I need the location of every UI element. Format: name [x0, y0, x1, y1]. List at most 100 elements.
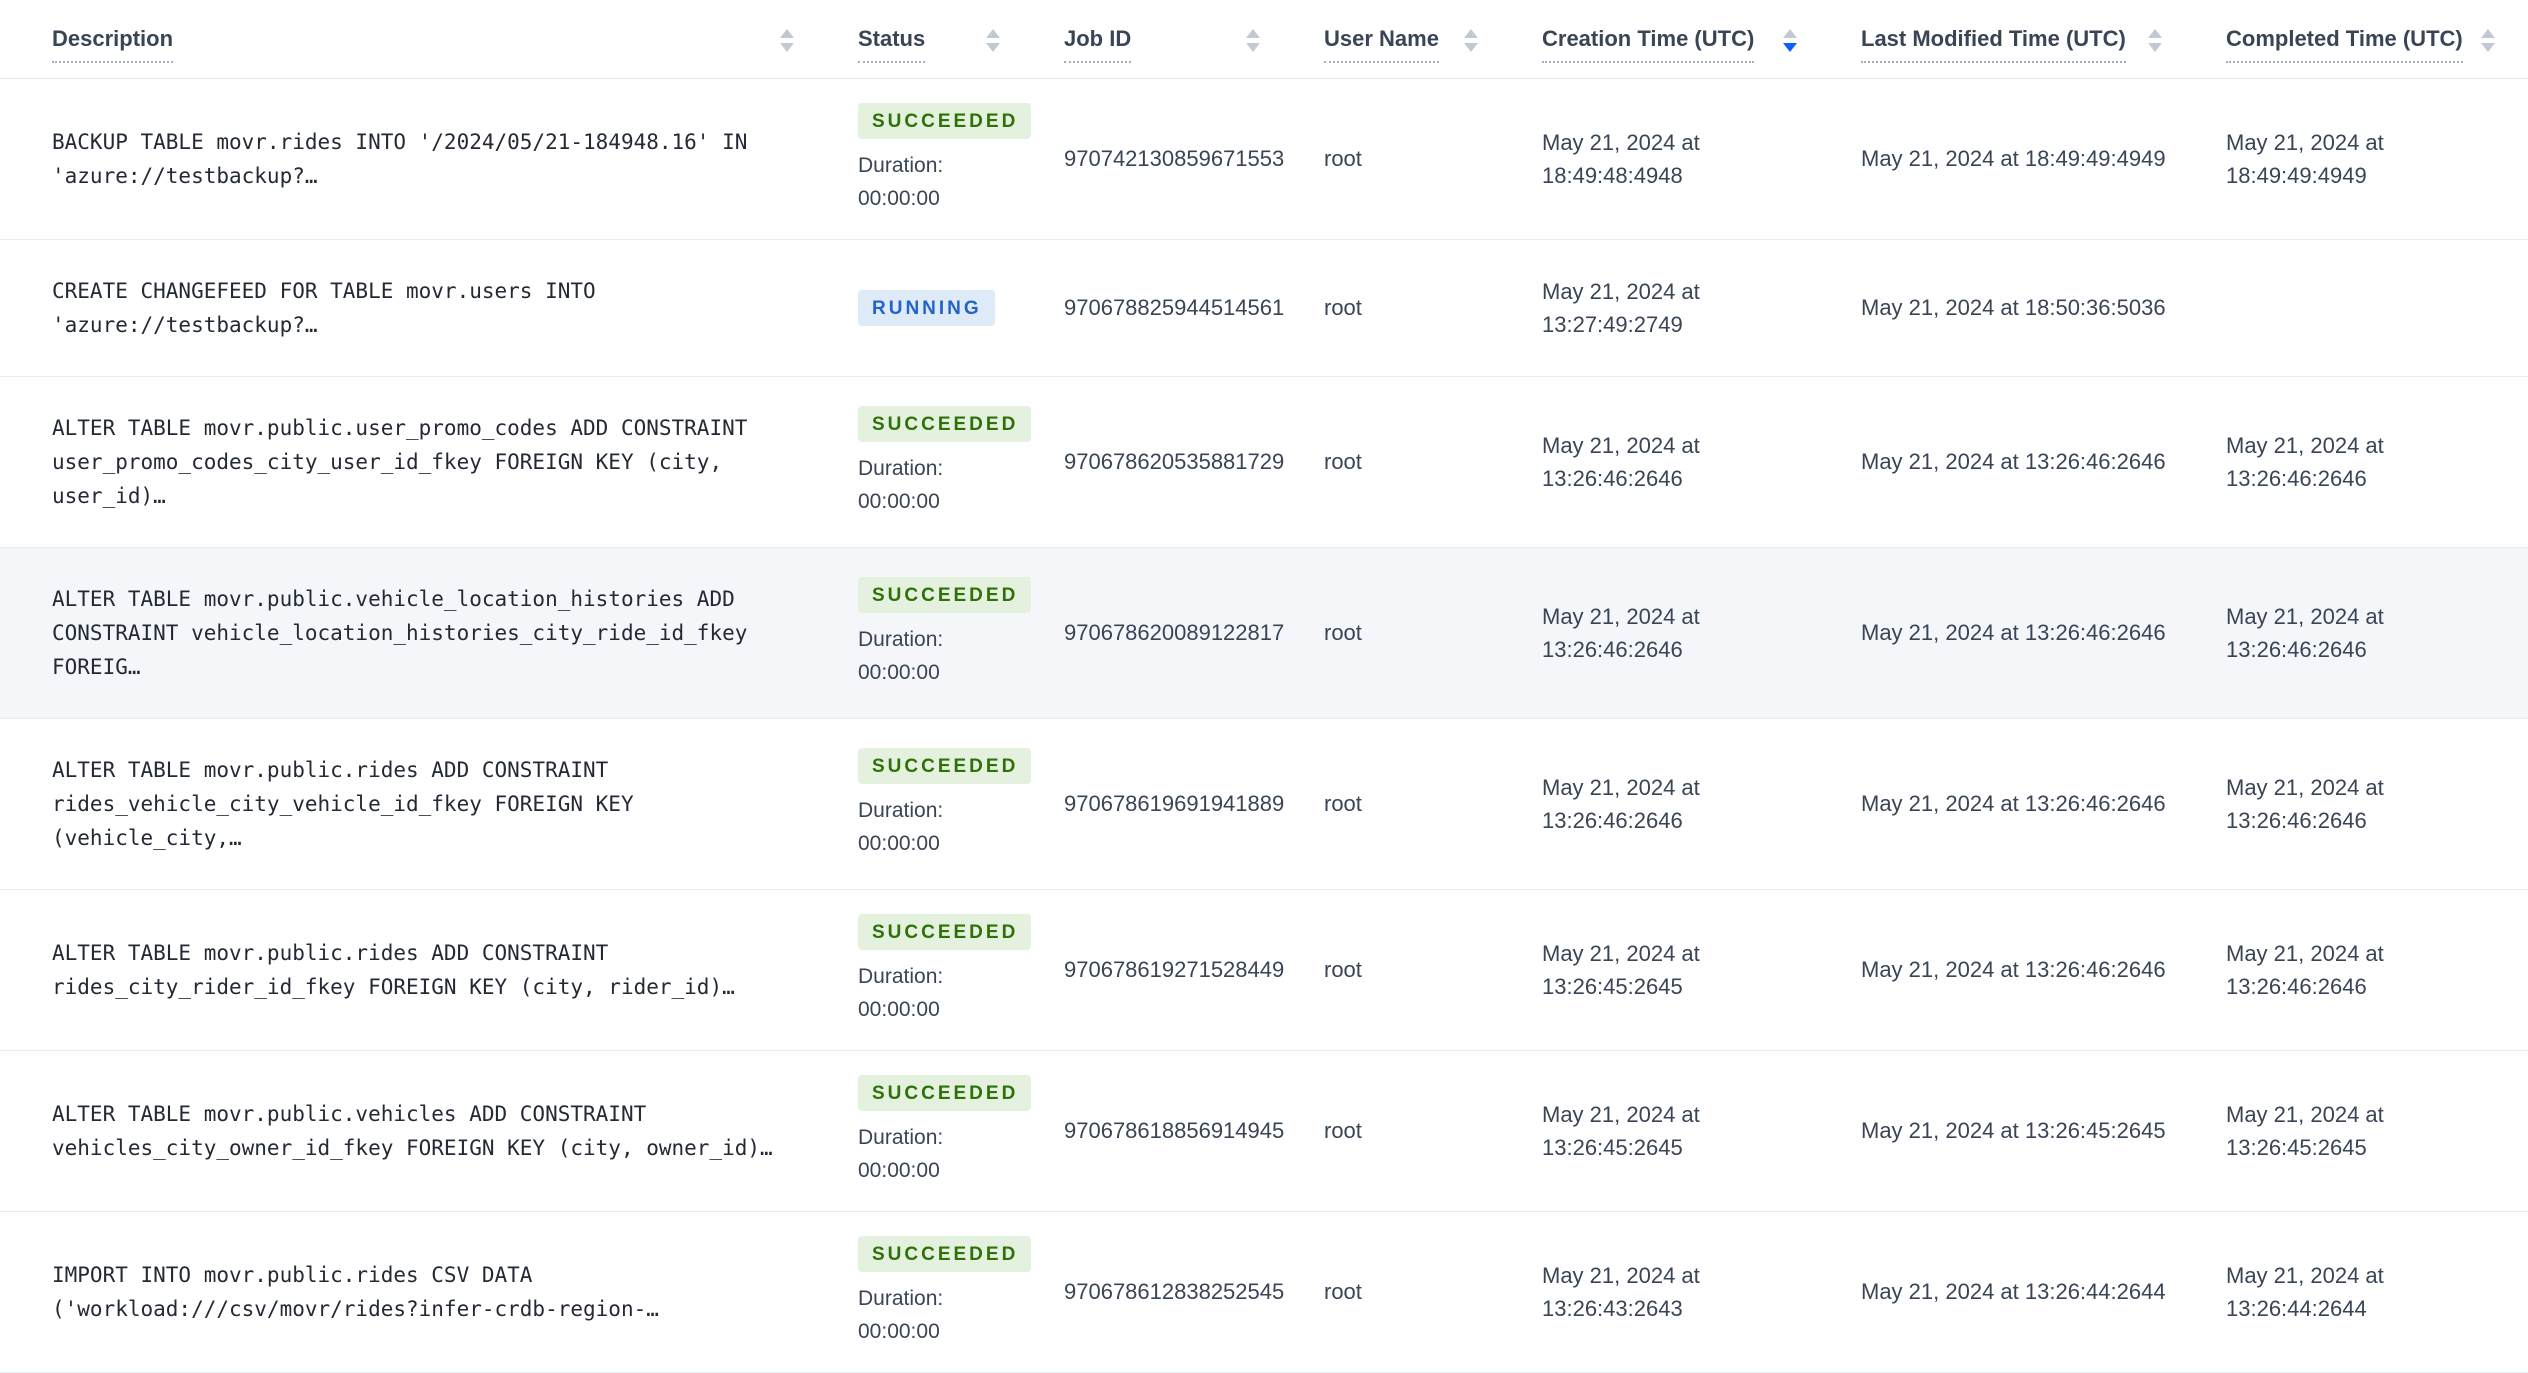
description-cell: ALTER TABLE movr.public.rides ADD CONSTR… — [0, 718, 834, 889]
duration-label: Duration: — [858, 153, 944, 177]
sort-asc-arrow-icon — [1464, 29, 1478, 38]
status-badge: SUCCEEDED — [858, 1235, 1032, 1272]
jobs-table: Description Status Job ID User Name Crea… — [0, 0, 2528, 1373]
status-cell: SUCCEEDED Duration: 00:00:00 — [834, 718, 1040, 889]
creation-time: May 21, 2024 at 13:26:45:2645 — [1542, 940, 1700, 999]
completed-time: May 21, 2024 at 13:26:46:2646 — [2226, 940, 2384, 999]
status-badge: RUNNING — [858, 289, 995, 326]
duration-value: 00:00:00 — [858, 1158, 940, 1182]
sort-desc-arrow-icon — [780, 43, 794, 52]
duration-value: 00:00:00 — [858, 997, 940, 1021]
last-modified-time: May 21, 2024 at 13:26:46:2646 — [1861, 620, 2166, 645]
job-description: ALTER TABLE movr.public.rides ADD CONSTR… — [52, 757, 634, 850]
status-badge: SUCCEEDED — [858, 747, 1032, 784]
sort-asc-arrow-icon — [2480, 29, 2495, 38]
duration-label: Duration: — [858, 964, 944, 988]
column-header-label: Status — [858, 26, 926, 63]
table-row[interactable]: ALTER TABLE movr.public.vehicle_location… — [0, 547, 2528, 718]
sort-arrows-icon[interactable] — [1246, 29, 1260, 52]
sort-arrows-icon[interactable] — [2148, 29, 2162, 52]
last-modified-time: May 21, 2024 at 13:26:45:2645 — [1861, 1118, 2166, 1143]
completed-time: May 21, 2024 at 18:49:49:4949 — [2226, 129, 2384, 188]
column-header-description[interactable]: Description — [0, 0, 834, 78]
job-description: ALTER TABLE movr.public.vehicles ADD CON… — [52, 1101, 773, 1160]
description-cell: BACKUP TABLE movr.rides INTO '/2024/05/2… — [0, 78, 834, 239]
column-header-status[interactable]: Status — [834, 0, 1040, 78]
status-cell: RUNNING — [834, 239, 1040, 376]
completed-time: May 21, 2024 at 13:26:46:2646 — [2226, 603, 2384, 662]
duration-value: 00:00:00 — [858, 186, 940, 210]
column-header-job-id[interactable]: Job ID — [1040, 0, 1300, 78]
last-modified-time: May 21, 2024 at 13:26:46:2646 — [1861, 791, 2166, 816]
status-badge: SUCCEEDED — [858, 102, 1032, 139]
column-header-label: Creation Time (UTC) — [1542, 26, 1755, 63]
sort-asc-arrow-icon — [1783, 29, 1797, 38]
description-cell: ALTER TABLE movr.public.rides ADD CONSTR… — [0, 889, 834, 1050]
user-name: root — [1324, 146, 1362, 171]
user-name: root — [1324, 1118, 1362, 1143]
table-body: BACKUP TABLE movr.rides INTO '/2024/05/2… — [0, 78, 2528, 1372]
job-id: 970678825944514561 — [1064, 295, 1285, 320]
description-cell: ALTER TABLE movr.public.vehicle_location… — [0, 547, 834, 718]
duration-label: Duration: — [858, 798, 944, 822]
status-badge: SUCCEEDED — [858, 576, 1032, 613]
table-row[interactable]: ALTER TABLE movr.public.rides ADD CONSTR… — [0, 889, 2528, 1050]
status-badge: SUCCEEDED — [858, 913, 1032, 950]
description-cell: ALTER TABLE movr.public.user_promo_codes… — [0, 376, 834, 547]
duration-label: Duration: — [858, 456, 944, 480]
last-modified-time: May 21, 2024 at 13:26:46:2646 — [1861, 449, 2166, 474]
table-row[interactable]: BACKUP TABLE movr.rides INTO '/2024/05/2… — [0, 78, 2528, 239]
job-id: 970678618856914945 — [1064, 1118, 1285, 1143]
column-header-label: Last Modified Time (UTC) — [1861, 26, 2126, 63]
job-description: CREATE CHANGEFEED FOR TABLE movr.users I… — [52, 278, 596, 337]
description-cell: CREATE CHANGEFEED FOR TABLE movr.users I… — [0, 239, 834, 376]
job-description: ALTER TABLE movr.public.rides ADD CONSTR… — [52, 940, 735, 999]
sort-arrows-icon[interactable] — [2480, 29, 2495, 52]
table-header: Description Status Job ID User Name Crea… — [0, 0, 2528, 78]
job-id: 970678620535881729 — [1064, 449, 1285, 474]
user-name: root — [1324, 295, 1362, 320]
sort-arrows-icon[interactable] — [1783, 29, 1797, 52]
column-header-creation-time-utc[interactable]: Creation Time (UTC) — [1518, 0, 1837, 78]
table-row[interactable]: ALTER TABLE movr.public.vehicles ADD CON… — [0, 1050, 2528, 1211]
completed-time: May 21, 2024 at 13:26:45:2645 — [2226, 1101, 2384, 1160]
user-name: root — [1324, 620, 1362, 645]
user-name: root — [1324, 957, 1362, 982]
job-description: ALTER TABLE movr.public.vehicle_location… — [52, 586, 748, 679]
sort-desc-arrow-icon — [1464, 43, 1478, 52]
column-header-label: Completed Time (UTC) — [2226, 26, 2463, 63]
table-row[interactable]: ALTER TABLE movr.public.rides ADD CONSTR… — [0, 718, 2528, 889]
sort-desc-arrow-icon — [986, 43, 1000, 52]
sort-asc-arrow-icon — [986, 29, 1000, 38]
status-cell: SUCCEEDED Duration: 00:00:00 — [834, 547, 1040, 718]
column-header-label: User Name — [1324, 26, 1439, 63]
sort-arrows-icon[interactable] — [1464, 29, 1478, 52]
column-header-last-modified-time-utc[interactable]: Last Modified Time (UTC) — [1837, 0, 2202, 78]
column-header-label: Job ID — [1064, 26, 1132, 63]
creation-time: May 21, 2024 at 13:26:45:2645 — [1542, 1101, 1700, 1160]
status-badge: SUCCEEDED — [858, 1074, 1032, 1111]
status-cell: SUCCEEDED Duration: 00:00:00 — [834, 889, 1040, 1050]
job-id: 970678619691941889 — [1064, 791, 1285, 816]
column-header-completed-time-utc[interactable]: Completed Time (UTC) — [2202, 0, 2528, 78]
duration-label: Duration: — [858, 1125, 944, 1149]
duration-value: 00:00:00 — [858, 489, 940, 513]
column-header-label: Description — [52, 26, 174, 63]
table-row[interactable]: ALTER TABLE movr.public.user_promo_codes… — [0, 376, 2528, 547]
jobs-page: Description Status Job ID User Name Crea… — [0, 0, 2528, 1373]
table-row[interactable]: CREATE CHANGEFEED FOR TABLE movr.users I… — [0, 239, 2528, 376]
table-header-row: Description Status Job ID User Name Crea… — [0, 0, 2528, 78]
sort-arrows-icon[interactable] — [780, 29, 794, 52]
completed-time: May 21, 2024 at 13:26:46:2646 — [2226, 432, 2384, 491]
sort-desc-arrow-icon — [2148, 43, 2162, 52]
sort-asc-arrow-icon — [780, 29, 794, 38]
completed-time — [2202, 239, 2528, 376]
job-description: ALTER TABLE movr.public.user_promo_codes… — [52, 415, 748, 508]
duration-value: 00:00:00 — [858, 1319, 940, 1343]
user-name: root — [1324, 449, 1362, 474]
duration-label: Duration: — [858, 1286, 944, 1310]
sort-arrows-icon[interactable] — [986, 29, 1000, 52]
column-header-user-name[interactable]: User Name — [1300, 0, 1518, 78]
status-cell: SUCCEEDED Duration: 00:00:00 — [834, 78, 1040, 239]
status-badge: SUCCEEDED — [858, 405, 1032, 442]
